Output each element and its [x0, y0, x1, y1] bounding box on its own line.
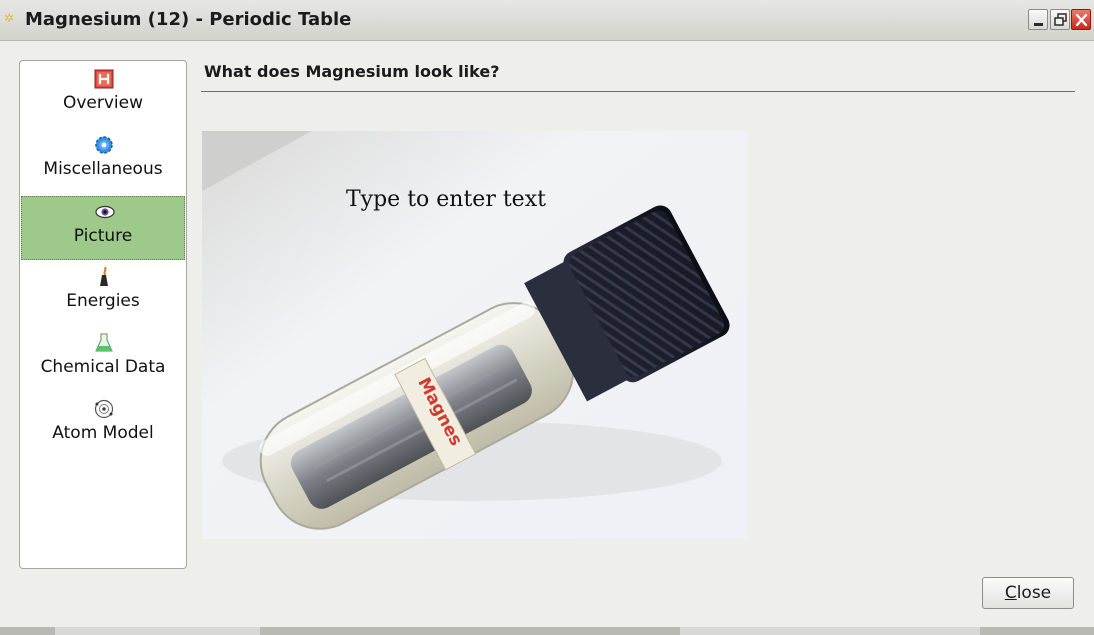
atom-icon	[94, 399, 114, 419]
close-icon	[1075, 13, 1088, 27]
heading-divider	[201, 91, 1075, 92]
close-window-button[interactable]	[1071, 9, 1091, 30]
sidebar-item-atom-model[interactable]: Atom Model	[21, 394, 185, 458]
sidebar-item-label: Picture	[73, 226, 133, 246]
window-title: Magnesium (12) - Periodic Table	[25, 9, 352, 30]
sidebar-item-overview[interactable]: Overview	[21, 64, 185, 128]
gear-icon	[95, 136, 113, 154]
minimize-icon	[1034, 23, 1043, 26]
close-button-mnemonic: C	[1004, 583, 1017, 603]
close-button[interactable]: Close	[982, 577, 1074, 609]
sidebar-item-label: Miscellaneous	[43, 159, 163, 179]
title-bar: ✲ Magnesium (12) - Periodic Table	[0, 0, 1094, 41]
flask-icon	[95, 333, 113, 352]
sidebar-item-label: Overview	[62, 93, 144, 113]
sidebar-item-label: Energies	[66, 291, 140, 311]
maximize-button[interactable]	[1050, 9, 1070, 30]
sidebar-item-miscellaneous[interactable]: Miscellaneous	[21, 130, 185, 194]
h-element-icon	[94, 69, 114, 89]
sidebar-item-chemical-data[interactable]: Chemical Data	[21, 328, 185, 392]
sidebar-item-picture[interactable]: Picture	[21, 196, 185, 260]
minimize-button[interactable]	[1028, 9, 1048, 30]
app-icon: ✲	[4, 11, 15, 25]
maximize-icon	[1054, 13, 1067, 26]
close-button-label: lose	[1016, 583, 1052, 603]
sidebar-item-label: Chemical Data	[40, 357, 166, 377]
sidebar-item-label: Atom Model	[52, 423, 154, 443]
sidebar-item-energies[interactable]: Energies	[21, 262, 185, 326]
page-heading: What does Magnesium look like?	[204, 62, 500, 81]
sidebar: Overview Miscellaneous Picture Energies …	[19, 60, 187, 569]
window-bottom-edge	[0, 627, 1094, 635]
overlay-text[interactable]: Type to enter text	[346, 187, 546, 212]
eye-icon	[95, 205, 115, 219]
flask-burner-icon	[100, 266, 108, 286]
magnesium-picture: Magnes Type to enter text	[202, 131, 747, 539]
